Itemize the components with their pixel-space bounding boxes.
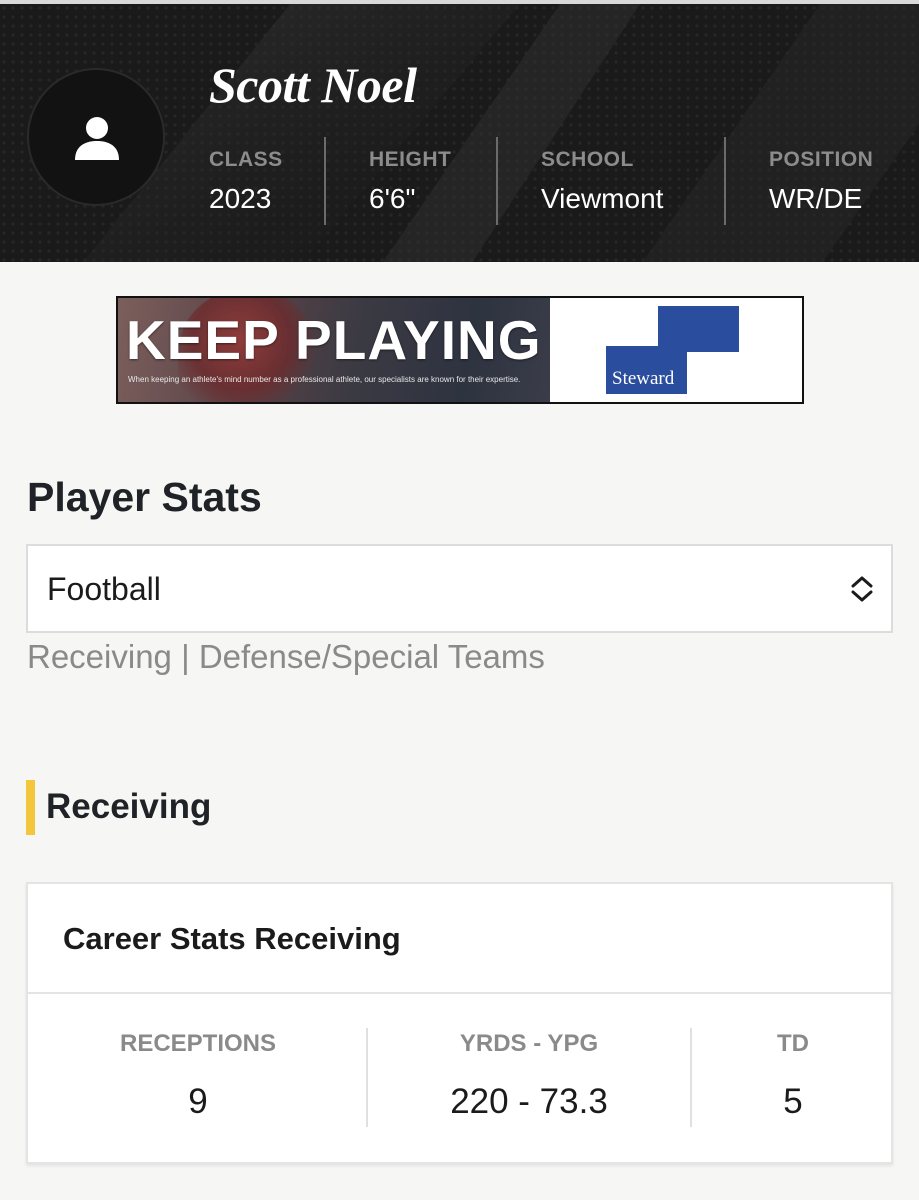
ad-banner[interactable]: KEEP PLAYING When keeping an athlete's m… xyxy=(116,296,804,404)
card-header: Career Stats Receiving xyxy=(28,884,891,994)
yards-stat: YRDS - YPG 220 - 73.3 xyxy=(398,1030,660,1122)
card-title: Career Stats Receiving xyxy=(63,921,401,956)
height-stat: HEIGHT 6'6" xyxy=(369,148,451,215)
stat-value: 5 xyxy=(783,1082,803,1121)
stat-label: TD xyxy=(777,1030,809,1057)
ad-headline: KEEP PLAYING xyxy=(126,309,542,371)
stat-label: SCHOOL xyxy=(541,148,634,171)
sport-select-value: Football xyxy=(47,571,161,607)
player-header: Scott Noel CLASS 2023 HEIGHT 6'6" SCHOOL… xyxy=(0,0,919,262)
avatar xyxy=(27,68,165,206)
school-stat: SCHOOL Viewmont xyxy=(541,148,663,215)
stat-category-links[interactable]: Receiving | Defense/Special Teams xyxy=(27,638,545,676)
stat-value: WR/DE xyxy=(769,183,863,214)
divider xyxy=(496,137,498,225)
section-accent-bar xyxy=(26,780,35,835)
stat-value: 9 xyxy=(188,1082,208,1121)
stat-label: HEIGHT xyxy=(369,148,452,171)
stat-value: 2023 xyxy=(209,183,272,214)
stat-label: RECEPTIONS xyxy=(119,1030,277,1057)
divider xyxy=(324,137,326,225)
player-name: Scott Noel xyxy=(209,57,417,113)
receiving-heading: Receiving xyxy=(46,787,212,826)
select-arrows-icon xyxy=(851,576,873,602)
ad-subtext: When keeping an athlete's mind number as… xyxy=(128,375,521,384)
class-stat: CLASS 2023 xyxy=(209,148,283,215)
ad-image: KEEP PLAYING When keeping an athlete's m… xyxy=(118,298,550,402)
receptions-stat: RECEPTIONS 9 xyxy=(88,1030,308,1122)
stat-value: Viewmont xyxy=(541,183,664,214)
divider xyxy=(724,137,726,225)
sport-select[interactable]: Football xyxy=(26,544,893,633)
ad-brand: Steward xyxy=(612,368,675,389)
divider xyxy=(366,1028,368,1127)
stat-label: POSITION xyxy=(769,148,874,171)
stat-value: 6'6" xyxy=(369,183,416,214)
user-icon xyxy=(75,117,119,160)
stat-value: 220 - 73.3 xyxy=(450,1082,608,1121)
player-stats-heading: Player Stats xyxy=(27,474,262,520)
stat-label: CLASS xyxy=(209,148,283,171)
position-stat: POSITION WR/DE xyxy=(769,148,873,215)
career-stats-card: Career Stats Receiving RECEPTIONS 9 YRDS… xyxy=(26,882,893,1164)
td-stat: TD 5 xyxy=(718,1030,868,1122)
divider xyxy=(690,1028,692,1127)
stat-label: YRDS - YPG xyxy=(459,1030,599,1057)
